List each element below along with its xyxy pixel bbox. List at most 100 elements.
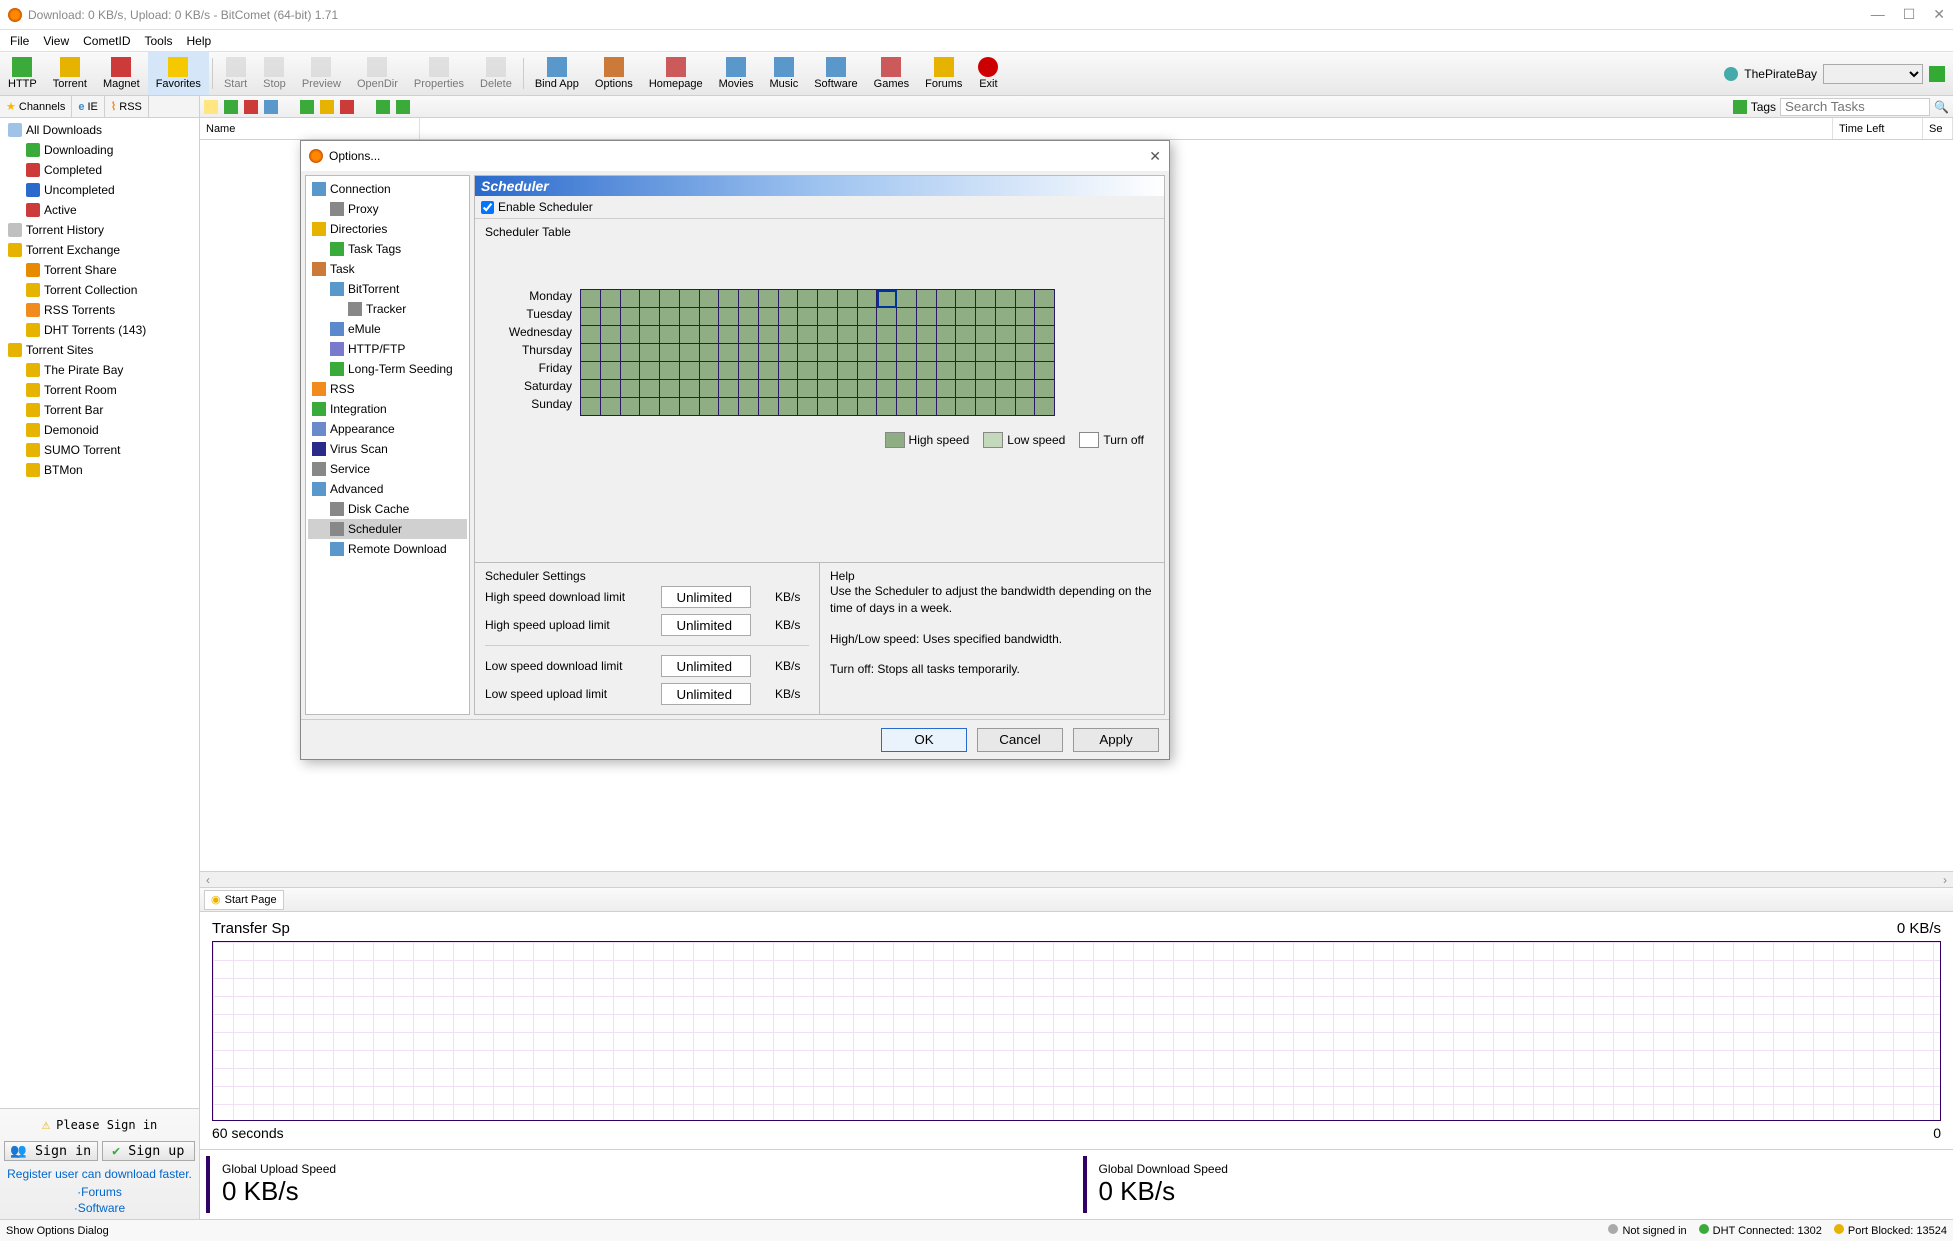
menu-tools[interactable]: Tools: [138, 32, 178, 50]
scheduler-cell[interactable]: [640, 362, 660, 380]
toolbar-movies[interactable]: Movies: [711, 52, 762, 95]
scheduler-cell[interactable]: [621, 362, 641, 380]
scheduler-cell[interactable]: [700, 362, 720, 380]
toolbar-opendir[interactable]: OpenDir: [349, 52, 406, 95]
scheduler-cell[interactable]: [996, 326, 1016, 344]
scheduler-cell[interactable]: [640, 290, 660, 308]
scheduler-cell[interactable]: [1016, 290, 1036, 308]
scheduler-cell[interactable]: [917, 308, 937, 326]
scheduler-cell[interactable]: [838, 326, 858, 344]
scheduler-cell[interactable]: [897, 290, 917, 308]
sidebar-item[interactable]: BTMon: [4, 460, 199, 480]
options-tree-item[interactable]: Directories: [308, 219, 467, 239]
setting-input[interactable]: [661, 614, 751, 636]
action-stop2-icon[interactable]: [340, 100, 354, 114]
scheduler-cell[interactable]: [581, 344, 601, 362]
scheduler-cell[interactable]: [858, 380, 878, 398]
scheduler-cell[interactable]: [1035, 308, 1055, 326]
scheduler-cell[interactable]: [621, 344, 641, 362]
scheduler-cell[interactable]: [956, 290, 976, 308]
scheduler-grid[interactable]: [580, 289, 1055, 416]
scheduler-cell[interactable]: [917, 362, 937, 380]
scheduler-cell[interactable]: [937, 380, 957, 398]
options-tree-item[interactable]: Service: [308, 459, 467, 479]
scheduler-cell[interactable]: [798, 326, 818, 344]
options-tree-item[interactable]: Remote Download: [308, 539, 467, 559]
setting-input[interactable]: [661, 683, 751, 705]
scheduler-cell[interactable]: [621, 308, 641, 326]
scheduler-cell[interactable]: [621, 290, 641, 308]
scheduler-cell[interactable]: [660, 290, 680, 308]
options-tree-item[interactable]: Integration: [308, 399, 467, 419]
scheduler-cell[interactable]: [581, 398, 601, 416]
scheduler-cell[interactable]: [1035, 344, 1055, 362]
scheduler-cell[interactable]: [779, 380, 799, 398]
options-tree-item[interactable]: Tracker: [308, 299, 467, 319]
sidebar-item[interactable]: Torrent Sites: [4, 340, 199, 360]
software-link[interactable]: ·Software: [4, 1201, 195, 1215]
side-tab-ie[interactable]: eIE: [72, 96, 105, 117]
scheduler-cell[interactable]: [798, 308, 818, 326]
options-tree-item[interactable]: Disk Cache: [308, 499, 467, 519]
sidebar-item[interactable]: Uncompleted: [4, 180, 199, 200]
scheduler-cell[interactable]: [818, 380, 838, 398]
menu-help[interactable]: Help: [181, 32, 218, 50]
scheduler-cell[interactable]: [719, 398, 739, 416]
enable-scheduler-checkbox[interactable]: [481, 201, 494, 214]
toolbar-music[interactable]: Music: [761, 52, 806, 95]
toolbar-stop[interactable]: Stop: [255, 52, 294, 95]
apply-button[interactable]: Apply: [1073, 728, 1159, 752]
options-tree-item[interactable]: Connection: [308, 179, 467, 199]
scheduler-cell[interactable]: [660, 362, 680, 380]
toolbar-start[interactable]: Start: [216, 52, 255, 95]
scheduler-cell[interactable]: [838, 308, 858, 326]
toolbar-favorites[interactable]: Favorites: [148, 52, 209, 95]
scheduler-cell[interactable]: [779, 344, 799, 362]
scheduler-cell[interactable]: [581, 326, 601, 344]
scheduler-cell[interactable]: [956, 326, 976, 344]
setting-input[interactable]: [661, 586, 751, 608]
col-timeleft[interactable]: Time Left: [1833, 118, 1923, 139]
scheduler-cell[interactable]: [640, 398, 660, 416]
scheduler-cell[interactable]: [759, 290, 779, 308]
scheduler-cell[interactable]: [917, 398, 937, 416]
menu-file[interactable]: File: [4, 32, 35, 50]
scheduler-cell[interactable]: [996, 344, 1016, 362]
sidebar-item[interactable]: Torrent Bar: [4, 400, 199, 420]
scheduler-cell[interactable]: [877, 398, 897, 416]
scheduler-cell[interactable]: [917, 344, 937, 362]
options-tree-item[interactable]: HTTP/FTP: [308, 339, 467, 359]
scheduler-cell[interactable]: [739, 362, 759, 380]
toolbar-software[interactable]: Software: [806, 52, 865, 95]
scheduler-cell[interactable]: [1016, 380, 1036, 398]
scheduler-cell[interactable]: [601, 326, 621, 344]
scheduler-cell[interactable]: [1016, 344, 1036, 362]
side-tab-rss[interactable]: ⌇RSS: [105, 96, 149, 117]
side-tab-channels[interactable]: ★Channels: [0, 96, 72, 117]
scheduler-cell[interactable]: [660, 308, 680, 326]
scheduler-cell[interactable]: [858, 398, 878, 416]
scheduler-cell[interactable]: [739, 290, 759, 308]
scheduler-cell[interactable]: [680, 380, 700, 398]
scheduler-cell[interactable]: [700, 380, 720, 398]
scheduler-cell[interactable]: [877, 380, 897, 398]
scheduler-cell[interactable]: [660, 344, 680, 362]
scheduler-cell[interactable]: [956, 398, 976, 416]
scheduler-cell[interactable]: [818, 308, 838, 326]
scheduler-cell[interactable]: [700, 326, 720, 344]
sidebar-item[interactable]: Torrent History: [4, 220, 199, 240]
maximize-button[interactable]: ☐: [1903, 6, 1916, 23]
toolbar-games[interactable]: Games: [866, 52, 917, 95]
scheduler-cell[interactable]: [759, 398, 779, 416]
scheduler-cell[interactable]: [660, 326, 680, 344]
search-tasks-input[interactable]: [1780, 98, 1930, 116]
scheduler-cell[interactable]: [621, 380, 641, 398]
toolbar-properties[interactable]: Properties: [406, 52, 472, 95]
menu-view[interactable]: View: [37, 32, 75, 50]
scheduler-cell[interactable]: [581, 362, 601, 380]
scheduler-cell[interactable]: [897, 380, 917, 398]
scheduler-cell[interactable]: [897, 326, 917, 344]
scheduler-cell[interactable]: [956, 362, 976, 380]
scheduler-cell[interactable]: [601, 290, 621, 308]
scheduler-cell[interactable]: [680, 344, 700, 362]
